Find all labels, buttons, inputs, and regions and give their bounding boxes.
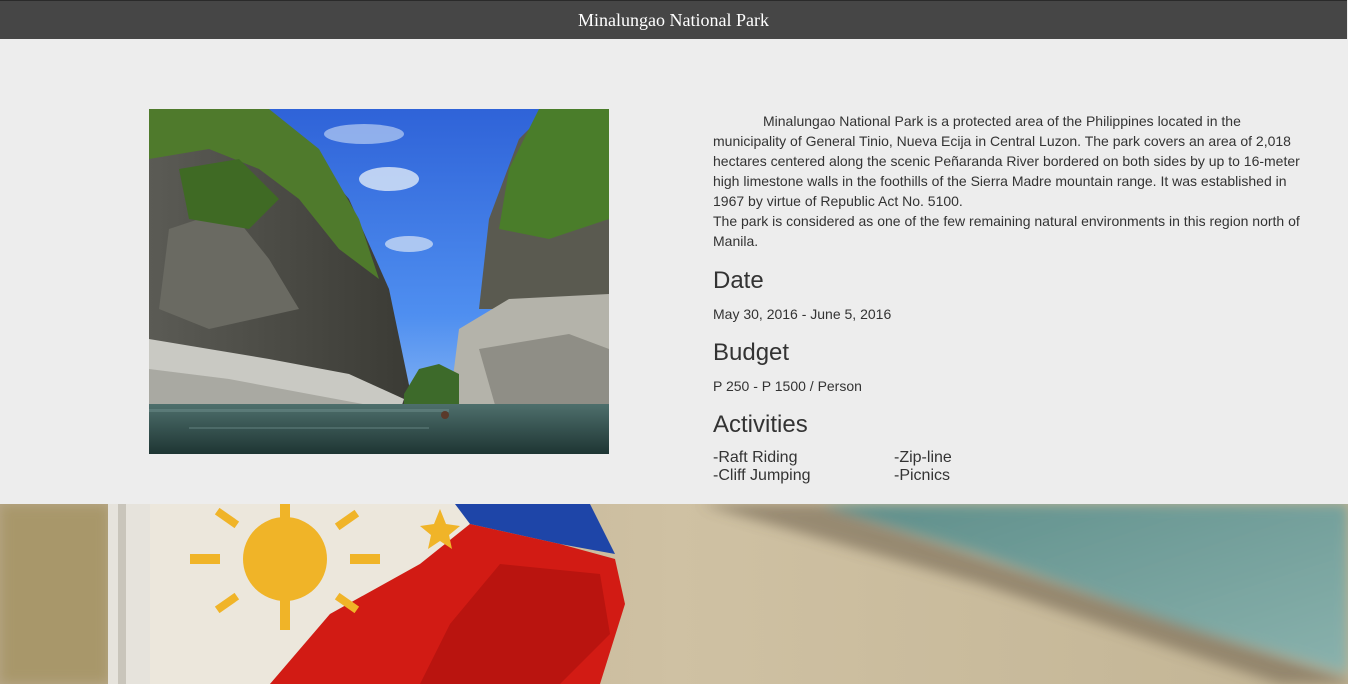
- park-description: Minalungao National Park is a protected …: [713, 111, 1303, 251]
- description-paragraph-1: Minalungao National Park is a protected …: [713, 113, 1300, 209]
- description-paragraph-2: The park is considered as one of the few…: [713, 213, 1300, 249]
- date-heading: Date: [713, 267, 764, 294]
- page-title: Minalungao National Park: [578, 9, 769, 30]
- activity-item: -Raft Riding: [713, 449, 798, 466]
- header-bar: Minalungao National Park: [0, 0, 1347, 39]
- activity-item: -Cliff Jumping: [713, 467, 811, 484]
- budget-heading: Budget: [713, 339, 790, 366]
- park-info: Minalungao National Park is a protected …: [713, 111, 1303, 485]
- activity-item: -Zip-line: [894, 449, 952, 466]
- activities-list: -Raft Riding -Zip-line -Cliff Jumping -P…: [713, 449, 1303, 485]
- activity-item: -Picnics: [894, 467, 951, 484]
- date-value: May 30, 2016 - June 5, 2016: [713, 306, 892, 322]
- park-photo: [149, 109, 609, 454]
- flag-banner-image: [0, 504, 1348, 684]
- activities-heading: Activities: [713, 411, 808, 438]
- main-content: Minalungao National Park is a protected …: [0, 39, 1348, 504]
- budget-value: P 250 - P 1500 / Person: [713, 378, 862, 394]
